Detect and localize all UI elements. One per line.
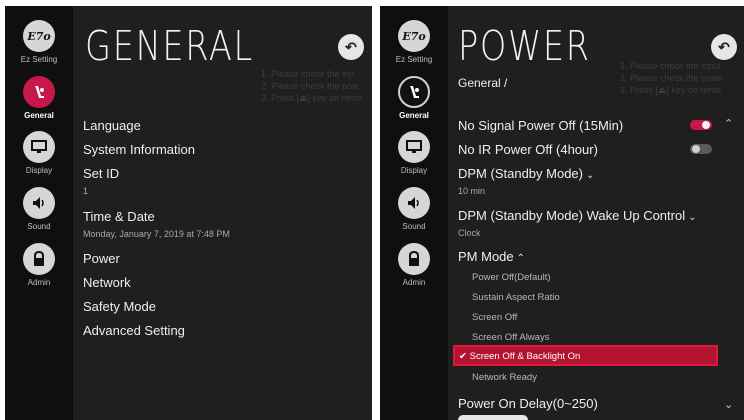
back-button[interactable]: ↶ <box>711 34 737 60</box>
menu-item-advanced-setting[interactable]: Advanced Setting <box>83 323 185 338</box>
menu-item-language[interactable]: Language <box>83 118 141 133</box>
page-title: POWER <box>458 22 591 70</box>
lock-icon <box>23 243 55 275</box>
sidebar-item-label: Admin <box>402 278 426 287</box>
pm-option[interactable]: Screen Off Always <box>472 332 549 343</box>
power-on-delay[interactable]: Power On Delay(0~250) <box>458 396 598 411</box>
sidebar-item-general[interactable]: General <box>5 76 73 120</box>
sidebar-item-general[interactable]: General <box>380 76 448 120</box>
sidebar-item-sound[interactable]: Sound <box>380 187 448 231</box>
sidebar: E7o Ez Setting General Display Sound Adm… <box>380 6 448 420</box>
no-ir-toggle[interactable] <box>690 144 712 154</box>
sidebar-item-sound[interactable]: Sound <box>5 187 73 231</box>
speaker-icon <box>398 187 430 219</box>
sidebar-item-display[interactable]: Display <box>380 131 448 175</box>
menu-item-system-information[interactable]: System Information <box>83 142 195 157</box>
speaker-icon <box>23 187 55 219</box>
chevron-down-icon: ⌄ <box>586 170 595 181</box>
ez-setting-icon: E7o <box>23 20 55 52</box>
dpm-wake-up-control[interactable]: DPM (Standby Mode) Wake Up Control ⌄ <box>458 208 697 223</box>
delay-slider[interactable] <box>458 415 528 420</box>
menu-item-set-id[interactable]: Set ID <box>83 166 119 181</box>
menu-item-safety-mode[interactable]: Safety Mode <box>83 299 156 314</box>
display-icon <box>398 131 430 163</box>
no-signal-toggle[interactable] <box>690 120 712 130</box>
no-ir-power-off[interactable]: No IR Power Off (4hour) <box>458 142 598 157</box>
pm-option[interactable]: Screen Off <box>472 312 517 323</box>
pm-option[interactable]: Power Off(Default) <box>472 272 551 283</box>
sidebar-item-admin[interactable]: Admin <box>380 243 448 287</box>
sidebar-item-label: General <box>24 111 54 120</box>
menu-item-power[interactable]: Power <box>83 251 120 266</box>
sidebar-item-admin[interactable]: Admin <box>5 243 73 287</box>
dpm-value: 10 min <box>458 186 486 196</box>
sidebar-item-display[interactable]: Display <box>5 131 73 175</box>
sidebar-item-label: Sound <box>402 222 426 231</box>
input-hint-text: 1. Please check the input. 2. Please chec… <box>620 61 724 95</box>
display-icon <box>23 131 55 163</box>
sidebar-item-label: Ez Setting <box>20 55 58 64</box>
back-arrow-icon: ↶ <box>345 38 357 55</box>
time-date-value: Monday, January 7, 2019 at 7:48 PM <box>83 229 230 239</box>
chevron-up-icon: ⌃ <box>516 253 526 264</box>
general-icon <box>23 76 55 108</box>
page-title: GENERAL <box>85 22 254 70</box>
collapse-icon[interactable]: ⌃ <box>724 117 733 130</box>
general-settings-panel: E7o Ez Setting General Display Sound Adm… <box>5 6 372 420</box>
ez-setting-icon: E7o <box>398 20 430 52</box>
sidebar-item-label: Admin <box>27 278 51 287</box>
pm-option-selected-label[interactable]: ✔ Screen Off & Backlight On <box>459 351 580 362</box>
pm-mode[interactable]: PM Mode ⌃ <box>458 249 525 264</box>
scroll-down-icon[interactable]: ⌄ <box>724 398 733 411</box>
sidebar-item-label: Ez Setting <box>395 55 433 64</box>
sidebar-item-ez-setting[interactable]: E7o Ez Setting <box>5 20 73 64</box>
pm-option[interactable]: Sustain Aspect Ratio <box>472 292 560 303</box>
pm-option[interactable]: Network Ready <box>472 372 537 383</box>
dpm-standby-mode[interactable]: DPM (Standby Mode) ⌄ <box>458 166 594 181</box>
chevron-down-icon: ⌄ <box>688 212 697 223</box>
sidebar-item-label: Display <box>400 166 428 175</box>
set-id-value: 1 <box>83 186 89 196</box>
no-signal-power-off[interactable]: No Signal Power Off (15Min) <box>458 118 623 133</box>
dpm-wake-value: Clock <box>458 228 481 238</box>
checkmark-icon: ✔ <box>459 351 467 362</box>
back-arrow-icon: ↶ <box>718 38 730 55</box>
lock-icon <box>398 243 430 275</box>
general-icon <box>398 76 430 108</box>
sidebar: E7o Ez Setting General Display Sound Adm… <box>5 6 73 420</box>
back-button[interactable]: ↶ <box>338 34 364 60</box>
menu-item-network[interactable]: Network <box>83 275 131 290</box>
sidebar-item-label: Sound <box>27 222 51 231</box>
menu-item-time-date[interactable]: Time & Date <box>83 209 155 224</box>
sidebar-item-ez-setting[interactable]: E7o Ez Setting <box>380 20 448 64</box>
sidebar-item-label: Display <box>25 166 53 175</box>
breadcrumb[interactable]: General / <box>458 76 507 90</box>
sidebar-item-label: General <box>399 111 429 120</box>
input-hint-text: 1. Please check the inp 2. Please check t… <box>261 69 363 103</box>
power-settings-panel: E7o Ez Setting General Display Sound Adm… <box>380 6 744 420</box>
